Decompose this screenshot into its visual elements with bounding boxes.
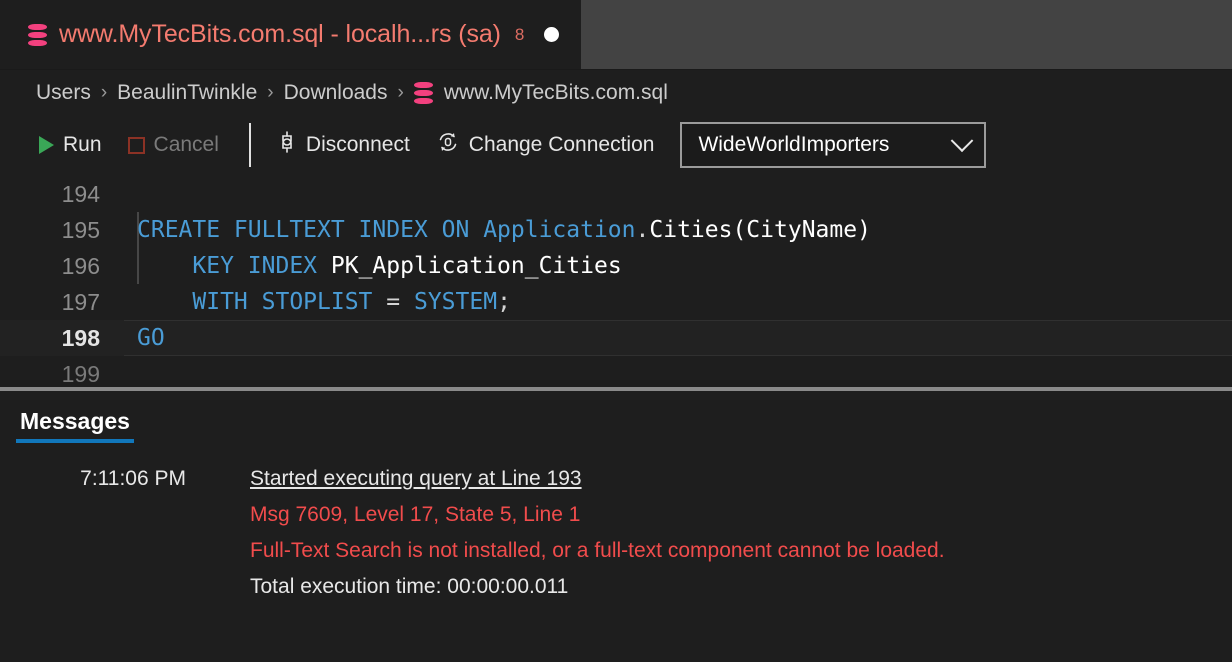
disconnect-plug-icon <box>277 130 297 160</box>
line-number: 195 <box>61 216 100 243</box>
run-button[interactable]: Run <box>33 129 108 161</box>
code-text: GO <box>100 325 165 351</box>
message-text-container: Started executing query at Line 193 Msg 7… <box>200 461 1232 605</box>
refresh-connection-icon <box>436 130 460 160</box>
code-text: KEY INDEX PK_Application_Cities <box>100 253 622 279</box>
results-panel: Messages 7:11:06 PM Started executing qu… <box>0 391 1232 662</box>
code-token: SYSTEM <box>413 289 498 315</box>
change-connection-button[interactable]: Change Connection <box>430 126 661 164</box>
code-token: ; <box>497 289 511 315</box>
breadcrumb-separator: › <box>267 82 274 103</box>
disconnect-button[interactable]: Disconnect <box>271 126 416 164</box>
code-text: WITH STOPLIST = SYSTEM; <box>100 289 511 315</box>
code-token: Cities(CityName) <box>649 217 871 243</box>
code-line[interactable]: 197 WITH STOPLIST = SYSTEM; <box>0 284 1232 320</box>
code-token: PK_Application_Cities <box>330 253 622 279</box>
breadcrumb: Users › BeaulinTwinkle › Downloads › www… <box>0 70 1232 116</box>
code-line[interactable]: 196 KEY INDEX PK_Application_Cities <box>0 248 1232 284</box>
code-token: WITH STOPLIST <box>192 289 387 315</box>
breadcrumb-item-downloads[interactable]: Downloads <box>284 81 388 105</box>
line-number: 194 <box>61 180 100 207</box>
message-link[interactable]: Started executing query at Line 193 <box>250 461 1232 497</box>
database-dropdown[interactable]: WideWorldImporters <box>680 122 987 168</box>
run-button-label: Run <box>63 133 102 156</box>
play-icon <box>39 136 54 154</box>
chevron-down-icon <box>951 129 974 153</box>
code-line[interactable]: 198 GO <box>0 320 1232 356</box>
editor-tab-active[interactable]: www.MyTecBits.com.sql - localh...rs (sa)… <box>0 0 582 69</box>
message-info: Total execution time: 00:00:00.011 <box>250 575 569 598</box>
messages-content: 7:11:06 PM Started executing query at Li… <box>0 443 1232 662</box>
code-line[interactable]: 199 <box>0 356 1232 387</box>
line-number: 196 <box>61 252 100 279</box>
breadcrumb-separator: › <box>397 82 404 103</box>
toolbar-divider <box>248 123 251 167</box>
tab-messages[interactable]: Messages <box>16 408 134 443</box>
editor-tab-bar: www.MyTecBits.com.sql - localh...rs (sa)… <box>0 0 1232 70</box>
message-timestamp: 7:11:06 PM <box>80 467 186 490</box>
database-icon <box>28 23 47 46</box>
code-token: = <box>386 289 414 315</box>
editor-tab-title: www.MyTecBits.com.sql - localh...rs (sa) <box>59 20 501 48</box>
unsaved-dot-icon[interactable] <box>544 27 560 42</box>
breadcrumb-item-users[interactable]: Users <box>36 81 91 105</box>
line-number: 198 <box>61 324 100 351</box>
database-dropdown-value: WideWorldImporters <box>698 133 890 156</box>
query-toolbar: Run Cancel Disconnect Change Connection … <box>0 116 1232 174</box>
line-number: 197 <box>61 288 100 315</box>
message-error: Full-Text Search is not installed, or a … <box>250 539 945 562</box>
line-number: 199 <box>61 360 100 387</box>
message-error: Msg 7609, Level 17, State 5, Line 1 <box>250 503 581 526</box>
code-token: . <box>635 217 650 243</box>
code-token: GO <box>137 325 165 351</box>
code-token: Application <box>483 217 636 243</box>
code-text: CREATE FULLTEXT INDEX ON Application.Cit… <box>100 217 871 243</box>
tab-bar-empty-space <box>581 0 1232 69</box>
breadcrumb-item-file[interactable]: www.MyTecBits.com.sql <box>413 81 668 105</box>
cancel-button-label: Cancel <box>153 133 219 156</box>
breadcrumb-file-label: www.MyTecBits.com.sql <box>443 81 668 104</box>
breadcrumb-separator: › <box>100 82 108 103</box>
cancel-button[interactable]: Cancel <box>122 129 225 161</box>
message-row: 7:11:06 PM Started executing query at Li… <box>0 461 1232 605</box>
change-connection-button-label: Change Connection <box>468 133 655 156</box>
code-line-container: 194 195 CREATE FULLTEXT INDEX ON Applicati… <box>0 176 1232 387</box>
database-icon <box>413 82 433 104</box>
disconnect-button-label: Disconnect <box>305 133 410 156</box>
sql-editor-window: www.MyTecBits.com.sql - localh...rs (sa)… <box>0 0 1232 662</box>
code-token: KEY INDEX <box>192 253 331 279</box>
code-line[interactable]: 195 CREATE FULLTEXT INDEX ON Application.… <box>0 212 1232 248</box>
panel-tab-bar: Messages <box>0 391 1232 443</box>
breadcrumb-item-beaulintwinkle[interactable]: BeaulinTwinkle <box>117 81 257 105</box>
code-token: CREATE FULLTEXT INDEX ON <box>137 217 484 243</box>
sql-code-editor[interactable]: 194 195 CREATE FULLTEXT INDEX ON Applicati… <box>0 174 1232 387</box>
stop-square-icon <box>127 136 145 154</box>
code-line[interactable]: 194 <box>0 176 1232 212</box>
editor-tab-count: 8 <box>514 24 525 44</box>
